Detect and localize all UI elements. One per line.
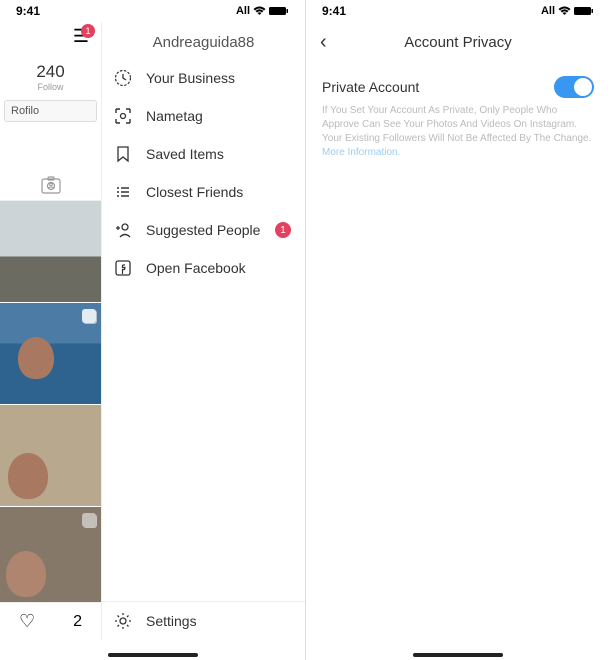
status-time: 9:41 xyxy=(16,4,40,18)
gear-icon xyxy=(114,612,134,630)
notification-count: 2 xyxy=(73,613,82,631)
bookmark-icon xyxy=(114,145,134,163)
status-right: All xyxy=(236,5,289,17)
home-indicator xyxy=(413,653,503,657)
menu-label: Suggested People xyxy=(146,222,260,238)
wifi-icon xyxy=(253,6,266,16)
menu-saved[interactable]: Saved Items xyxy=(102,135,305,173)
nav-row: ‹ Account Privacy xyxy=(306,22,610,62)
list-icon xyxy=(114,183,134,201)
menu-settings[interactable]: Settings xyxy=(102,601,305,640)
page-title: Account Privacy xyxy=(306,34,610,51)
menu-closest-friends[interactable]: Closest Friends xyxy=(102,173,305,211)
multi-photo-icon xyxy=(82,309,96,323)
side-menu: Andreaguida88 Your Business Nametag xyxy=(102,22,305,640)
status-right: All xyxy=(541,5,594,17)
private-account-description: If You Set Your Account As Private, Only… xyxy=(306,104,610,160)
phone-right: 9:41 All ‹ Account Privacy Private Accou… xyxy=(305,0,610,660)
nametag-icon xyxy=(114,107,134,125)
status-time: 9:41 xyxy=(322,4,346,18)
person-plus-icon xyxy=(114,221,134,239)
heart-icon[interactable]: ♡ xyxy=(19,611,35,632)
photo-grid xyxy=(0,201,101,602)
status-carrier: All xyxy=(541,5,555,17)
status-bar: 9:41 All xyxy=(0,0,305,22)
menu-label: Nametag xyxy=(146,108,203,124)
hamburger-badge: 1 xyxy=(81,24,95,38)
menu-label: Your Business xyxy=(146,70,235,86)
more-info-link[interactable]: More Information. xyxy=(322,147,400,158)
status-carrier: All xyxy=(236,5,250,17)
home-indicator xyxy=(108,653,198,657)
private-account-label: Private Account xyxy=(322,79,419,95)
battery-icon xyxy=(574,6,594,16)
photo-thumb[interactable] xyxy=(0,201,101,303)
suggested-badge: 1 xyxy=(275,222,291,238)
follow-stat[interactable]: 240 Follow xyxy=(0,62,101,92)
tagged-tab[interactable] xyxy=(0,170,101,201)
search-input[interactable] xyxy=(4,100,97,122)
photo-thumb[interactable] xyxy=(0,303,101,405)
menu-list: Your Business Nametag Saved Items xyxy=(102,59,305,601)
menu-your-business[interactable]: Your Business xyxy=(102,59,305,97)
tagged-icon xyxy=(41,176,61,194)
bottom-bar: ♡ 2 xyxy=(0,602,101,640)
status-bar: 9:41 All xyxy=(306,0,610,22)
follow-count: 240 xyxy=(0,62,101,82)
photo-thumb[interactable] xyxy=(0,507,101,602)
menu-suggested-people[interactable]: Suggested People 1 xyxy=(102,211,305,249)
photo-thumb[interactable] xyxy=(0,405,101,507)
menu-open-facebook[interactable]: Open Facebook xyxy=(102,249,305,287)
facebook-icon xyxy=(114,259,134,277)
hamburger-row: ☰ 1 xyxy=(0,22,101,50)
multi-photo-icon xyxy=(82,513,96,527)
menu-username[interactable]: Andreaguida88 xyxy=(102,22,305,59)
follow-label: Follow xyxy=(0,82,101,92)
menu-nametag[interactable]: Nametag xyxy=(102,97,305,135)
menu-label: Closest Friends xyxy=(146,184,243,200)
phone-left: 9:41 All ☰ 1 240 Follow xyxy=(0,0,305,660)
menu-label: Saved Items xyxy=(146,146,224,162)
profile-column: ☰ 1 240 Follow xyxy=(0,22,102,640)
battery-icon xyxy=(269,6,289,16)
private-account-toggle[interactable] xyxy=(554,76,594,98)
clock-icon xyxy=(114,69,134,87)
wifi-icon xyxy=(558,6,571,16)
menu-label: Open Facebook xyxy=(146,260,246,276)
menu-label: Settings xyxy=(146,613,197,629)
private-account-row: Private Account xyxy=(306,62,610,104)
